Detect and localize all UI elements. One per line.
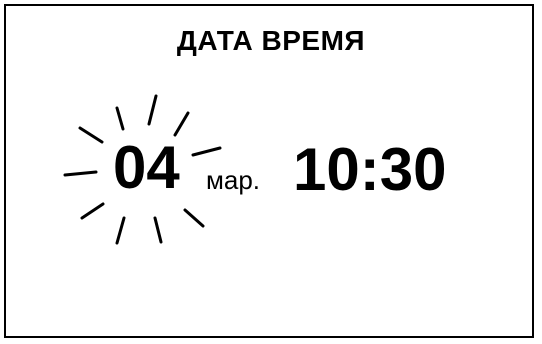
day-value: 04 — [113, 134, 180, 201]
time-value: 10:30 — [293, 136, 447, 203]
screen-title: ДАТА ВРЕМЯ — [176, 25, 366, 56]
month-value: мар. — [206, 165, 261, 195]
